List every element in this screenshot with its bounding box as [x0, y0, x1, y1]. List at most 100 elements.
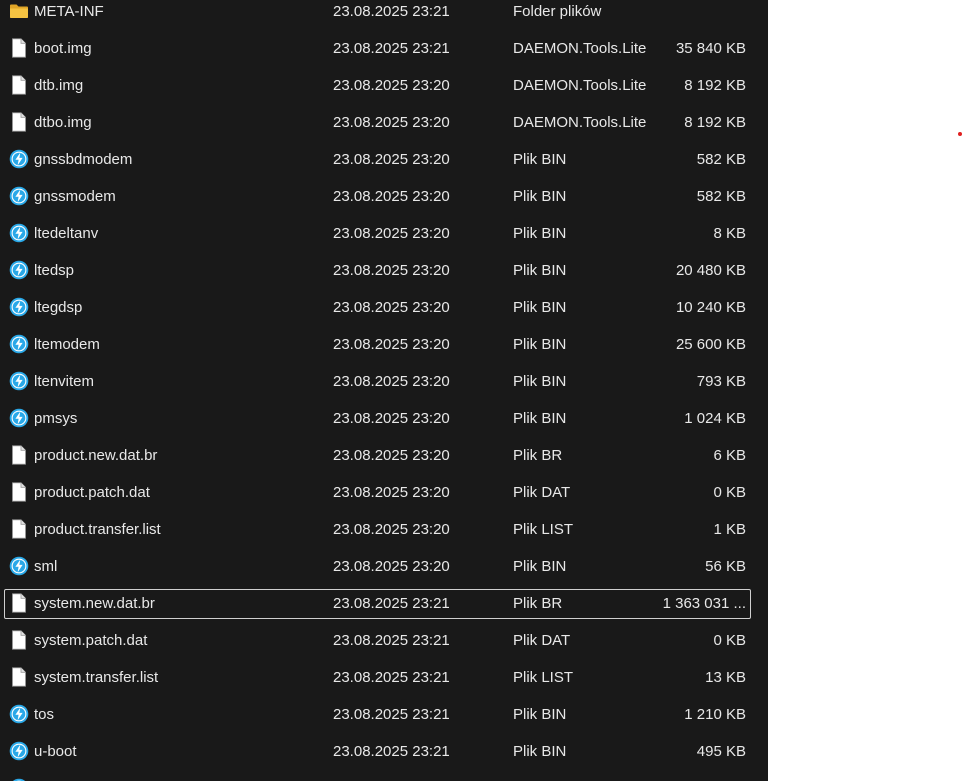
file-size: 13 KB: [705, 669, 746, 686]
file-size: 582 KB: [696, 188, 746, 205]
daemon-tools-icon: [9, 334, 29, 354]
file-size: 793 KB: [696, 373, 746, 390]
file-row[interactable]: sml 23.08.2025 23:20 Plik BIN 56 KB: [0, 548, 768, 585]
file-name: dtbo.img: [34, 114, 92, 131]
file-type: Plik BIN: [513, 225, 567, 242]
file-type: Plik BIN: [513, 188, 567, 205]
file-row[interactable]: tos 23.08.2025 23:21 Plik BIN 1 210 KB: [0, 696, 768, 733]
file-size: 8 192 KB: [684, 114, 746, 131]
file-date-modified: 23.08.2025 23:20: [333, 188, 450, 205]
file-row[interactable]: dtbo.img 23.08.2025 23:20 DAEMON.Tools.Lit…: [0, 104, 768, 141]
file-icon: [9, 630, 29, 650]
file-row[interactable]: ltenvitem 23.08.2025 23:20 Plik BIN 793 KB: [0, 363, 768, 400]
file-row[interactable]: product.transfer.list 23.08.2025 23:20 Pli…: [0, 511, 768, 548]
file-name: ltenvitem: [34, 373, 95, 390]
file-size: 1 363 031 ...: [662, 595, 746, 612]
file-explorer-pane: META-INF 23.08.2025 23:21 Folder plików boo…: [0, 0, 768, 781]
file-icon: [9, 75, 29, 95]
file-date-modified: 23.08.2025 23:20: [333, 484, 450, 501]
file-date-modified: 23.08.2025 23:20: [333, 77, 450, 94]
daemon-tools-icon: [9, 260, 29, 280]
file-row[interactable]: ltegdsp 23.08.2025 23:20 Plik BIN 10 240 KB: [0, 289, 768, 326]
file-row[interactable]: ltedsp 23.08.2025 23:20 Plik BIN 20 480 KB: [0, 252, 768, 289]
file-name: system.transfer.list: [34, 669, 159, 686]
file-name: dtb.img: [34, 77, 84, 94]
file-date-modified: 23.08.2025 23:20: [333, 114, 450, 131]
file-row[interactable]: product.new.dat.br 23.08.2025 23:20 Plik B…: [0, 437, 768, 474]
file-icon: [9, 38, 29, 58]
file-date-modified: 23.08.2025 23:20: [333, 299, 450, 316]
daemon-tools-icon: [9, 371, 29, 391]
file-name: sml: [34, 558, 58, 575]
file-name: ltegdsp: [34, 299, 83, 316]
file-name: system.new.dat.br: [34, 595, 155, 612]
file-size: [640, 770, 746, 781]
file-row[interactable]: system.transfer.list 23.08.2025 23:21 Plik…: [0, 659, 768, 696]
file-type: Plik BR: [513, 447, 563, 464]
file-size: 20 480 KB: [675, 262, 746, 279]
file-name: [34, 770, 324, 781]
file-name: boot.img: [34, 40, 92, 57]
file-type: DAEMON.Tools.Lite: [513, 77, 647, 94]
file-date-modified: 23.08.2025 23:20: [333, 447, 450, 464]
file-name: u-boot: [34, 743, 77, 760]
file-date-modified: 23.08.2025 23:20: [333, 558, 450, 575]
file-row[interactable]: pmsys 23.08.2025 23:20 Plik BIN 1 024 KB: [0, 400, 768, 437]
file-name: ltedeltanv: [34, 225, 99, 242]
file-type: Plik BR: [513, 595, 563, 612]
file-list: META-INF 23.08.2025 23:21 Folder plików boo…: [0, 0, 768, 781]
file-size: 0 KB: [713, 632, 746, 649]
file-date-modified: [333, 770, 503, 781]
file-row[interactable]: dtb.img 23.08.2025 23:20 DAEMON.Tools.Lite…: [0, 67, 768, 104]
file-row[interactable]: gnssbdmodem 23.08.2025 23:20 Plik BIN 582 K…: [0, 141, 768, 178]
daemon-tools-icon: [9, 149, 29, 169]
file-name: gnssmodem: [34, 188, 116, 205]
file-name: gnssbdmodem: [34, 151, 133, 168]
daemon-tools-icon: [9, 186, 29, 206]
file-size: 6 KB: [713, 447, 746, 464]
file-name: tos: [34, 706, 55, 723]
file-row[interactable]: system.patch.dat 23.08.2025 23:21 Plik DAT…: [0, 622, 768, 659]
file-date-modified: 23.08.2025 23:21: [333, 40, 450, 57]
file-row[interactable]: u-boot 23.08.2025 23:21 Plik BIN 495 KB: [0, 733, 768, 770]
file-date-modified: 23.08.2025 23:21: [333, 632, 450, 649]
file-row[interactable]: gnssmodem 23.08.2025 23:20 Plik BIN 582 KB: [0, 178, 768, 215]
file-type: Plik BIN: [513, 558, 567, 575]
file-row[interactable]: ltedeltanv 23.08.2025 23:20 Plik BIN 8 KB: [0, 215, 768, 252]
file-type: DAEMON.Tools.Lite: [513, 40, 647, 57]
file-type: Plik BIN: [513, 299, 567, 316]
file-type: Plik BIN: [513, 262, 567, 279]
file-size: 1 210 KB: [684, 706, 746, 723]
file-row[interactable]: ltemodem 23.08.2025 23:20 Plik BIN 25 600 K…: [0, 326, 768, 363]
file-size: 495 KB: [696, 743, 746, 760]
file-type: Plik BIN: [513, 743, 567, 760]
file-type: Plik BIN: [513, 410, 567, 427]
file-type: Folder plików: [513, 3, 602, 20]
file-row[interactable]: boot.img 23.08.2025 23:21 DAEMON.Tools.Lit…: [0, 30, 768, 67]
file-name: system.patch.dat: [34, 632, 148, 649]
file-size: 25 600 KB: [675, 336, 746, 353]
file-row[interactable]: META-INF 23.08.2025 23:21 Folder plików: [0, 0, 768, 30]
daemon-tools-icon: [9, 297, 29, 317]
file-size: 56 KB: [705, 558, 746, 575]
daemon-tools-icon: [9, 223, 29, 243]
file-date-modified: 23.08.2025 23:21: [333, 669, 450, 686]
daemon-tools-icon: [9, 704, 29, 724]
file-date-modified: 23.08.2025 23:21: [333, 706, 450, 723]
red-dot-marker: [958, 132, 962, 136]
file-row[interactable]: [0, 770, 768, 781]
file-name: pmsys: [34, 410, 78, 427]
file-size: [640, 0, 746, 30]
file-size: 10 240 KB: [675, 299, 746, 316]
folder-icon: [9, 1, 29, 21]
file-date-modified: 23.08.2025 23:20: [333, 225, 450, 242]
file-type: Plik LIST: [513, 521, 574, 538]
file-date-modified: 23.08.2025 23:21: [333, 743, 450, 760]
file-name: ltedsp: [34, 262, 75, 279]
file-size: 8 192 KB: [684, 77, 746, 94]
file-date-modified: 23.08.2025 23:20: [333, 373, 450, 390]
file-row[interactable]: system.new.dat.br 23.08.2025 23:21 Plik BR…: [0, 585, 768, 622]
file-date-modified: 23.08.2025 23:21: [333, 595, 450, 612]
file-type: Plik DAT: [513, 484, 571, 501]
file-row[interactable]: product.patch.dat 23.08.2025 23:20 Plik DA…: [0, 474, 768, 511]
